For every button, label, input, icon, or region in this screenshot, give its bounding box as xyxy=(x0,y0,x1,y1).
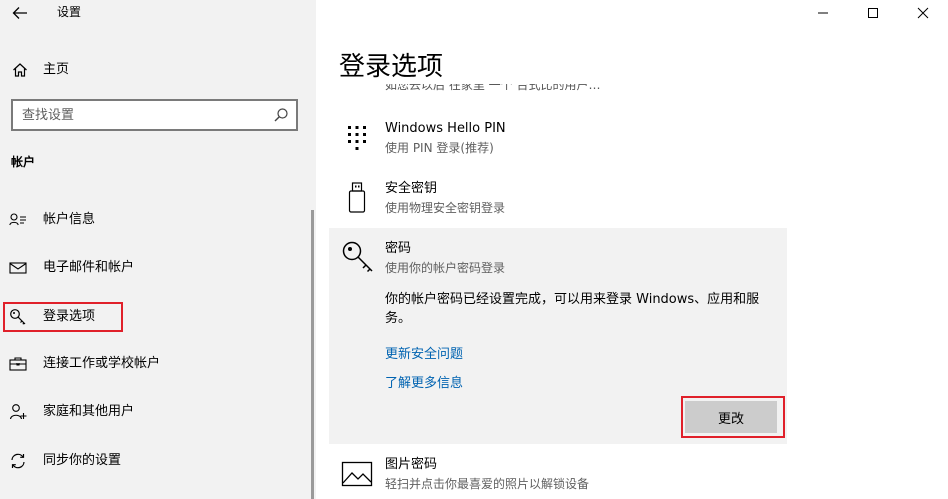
option-picture-password[interactable]: 图片密码 轻扫并点击你最喜爱的照片以解锁设备 xyxy=(329,448,787,499)
search-input[interactable] xyxy=(22,105,262,125)
sidebar-item-label: 家庭和其他用户 xyxy=(43,404,135,419)
minimize-icon xyxy=(818,12,828,14)
sidebar-item-family-users[interactable]: 家庭和其他用户 xyxy=(0,395,312,429)
sidebar-item-label: 登录选项 xyxy=(43,309,96,324)
nav-home-label: 主页 xyxy=(43,62,70,77)
sidebar-item-sync-settings[interactable]: 同步你的设置 xyxy=(0,444,312,478)
back-arrow-icon xyxy=(12,7,27,19)
option-password-expanded: 密码 使用你的帐户密码登录 你的帐户密码已经设置完成，可以用来登录 Window… xyxy=(329,228,787,444)
update-security-questions-link[interactable]: 更新安全问题 xyxy=(385,346,463,364)
sidebar-item-label: 电子邮件和帐户 xyxy=(43,260,135,275)
sidebar-item-work-school[interactable]: 连接工作或学校帐户 xyxy=(0,347,312,381)
home-icon xyxy=(11,61,29,79)
key-icon xyxy=(9,308,27,326)
maximize-icon xyxy=(868,8,878,18)
option-security-key[interactable]: 安全密钥 使用物理安全密钥登录 xyxy=(329,172,787,226)
close-button[interactable] xyxy=(898,0,948,26)
option-description: 轻扫并点击你最喜爱的照片以解锁设备 xyxy=(385,477,590,491)
app-title: 设置 xyxy=(57,5,82,19)
sidebar-item-sign-in-options[interactable]: 登录选项 xyxy=(0,300,312,334)
key-icon xyxy=(341,240,375,274)
briefcase-icon xyxy=(9,355,27,373)
close-icon xyxy=(917,7,929,19)
section-header-accounts: 帐户 xyxy=(11,155,36,169)
navigation-pane: 设置 主页 帐户 帐户信息 xyxy=(0,0,316,499)
sidebar-item-account-info[interactable]: 帐户信息 xyxy=(0,203,312,237)
learn-more-link[interactable]: 了解更多信息 xyxy=(385,375,463,393)
person-add-icon xyxy=(9,403,27,421)
option-title: 密码 xyxy=(385,241,412,256)
nav-scrollbar[interactable] xyxy=(311,210,314,499)
account-info-icon xyxy=(9,211,27,229)
sidebar-item-email-accounts[interactable]: 电子邮件和帐户 xyxy=(0,251,312,285)
back-button[interactable] xyxy=(6,0,34,26)
clipped-option-text: 如您去以后 在家里 一个 台式比的用户… xyxy=(385,84,601,92)
page-title: 登录选项 xyxy=(339,52,444,82)
maximize-button[interactable] xyxy=(848,0,898,26)
picture-icon xyxy=(341,458,373,490)
sidebar-item-label: 连接工作或学校帐户 xyxy=(43,356,161,371)
nav-home[interactable]: 主页 xyxy=(0,56,316,84)
option-title: 安全密钥 xyxy=(385,181,438,196)
option-description: 使用 PIN 登录(推荐) xyxy=(385,141,494,155)
option-title: Windows Hello PIN xyxy=(385,121,506,136)
sidebar-item-label: 帐户信息 xyxy=(43,212,96,227)
clipped-option-icon xyxy=(348,84,366,90)
keypad-icon xyxy=(341,122,373,154)
mail-icon xyxy=(9,259,27,277)
password-status-text: 你的帐户密码已经设置完成，可以用来登录 Windows、应用和服务。 xyxy=(385,292,760,326)
sync-icon xyxy=(9,452,27,470)
search-icon[interactable] xyxy=(273,107,289,123)
option-windows-hello-pin[interactable]: Windows Hello PIN 使用 PIN 登录(推荐) xyxy=(329,112,787,168)
option-description: 使用你的帐户密码登录 xyxy=(385,261,506,275)
minimize-button[interactable] xyxy=(798,0,848,26)
option-title: 图片密码 xyxy=(385,457,438,472)
window-controls xyxy=(798,0,948,26)
sidebar-item-label: 同步你的设置 xyxy=(43,453,122,468)
search-box[interactable] xyxy=(11,99,298,131)
change-password-button[interactable]: 更改 xyxy=(685,401,777,433)
option-description: 使用物理安全密钥登录 xyxy=(385,201,506,215)
usb-key-icon xyxy=(341,182,373,214)
